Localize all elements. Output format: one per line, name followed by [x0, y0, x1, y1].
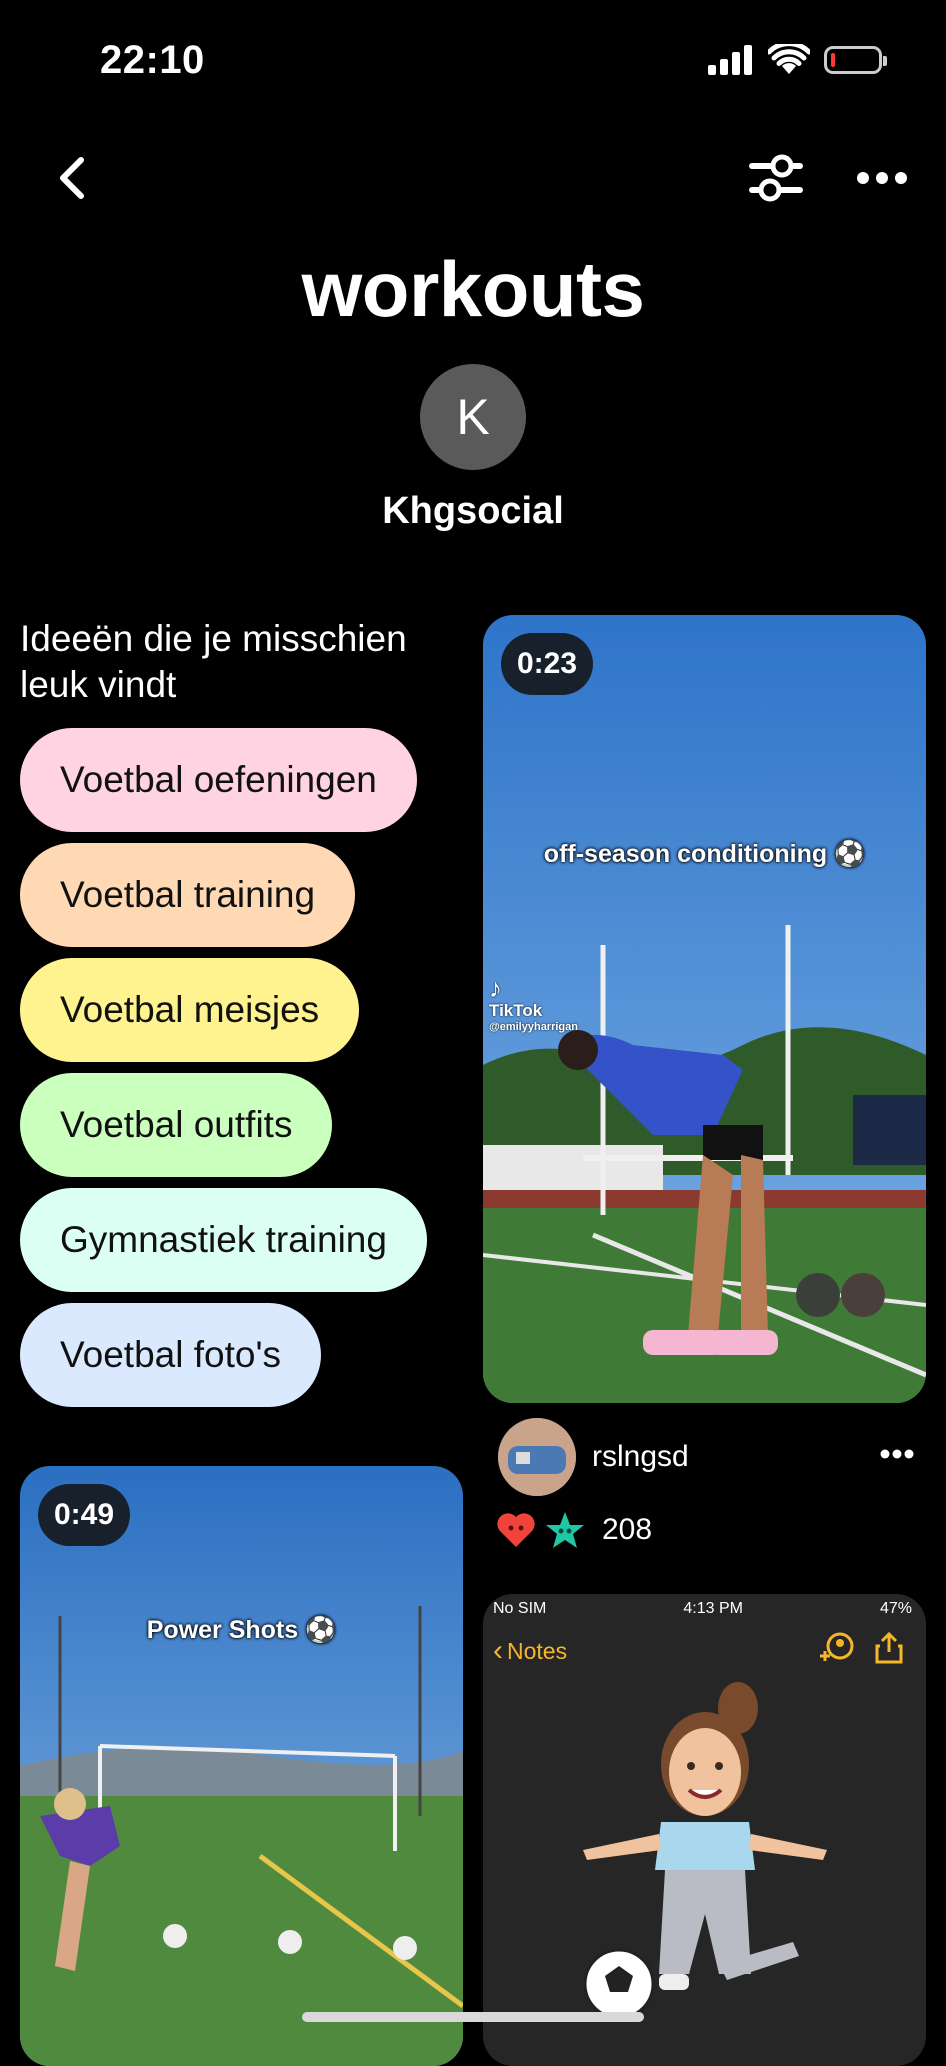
pin-overlay-caption: off-season conditioning ⚽: [543, 840, 866, 868]
pin-more-button[interactable]: [880, 1446, 914, 1464]
pin-author[interactable]: rslngsd: [498, 1418, 689, 1496]
back-button[interactable]: [48, 150, 96, 206]
embedded-status-bar: No SIM 4:13 PM 47%: [493, 1600, 912, 1618]
idea-chip[interactable]: Gymnastiek training: [20, 1188, 427, 1292]
pin-video[interactable]: 0:49 Power Shots ⚽: [20, 1466, 463, 2066]
pin-reactions[interactable]: 208: [496, 1510, 652, 1550]
star-reaction-icon: [546, 1512, 584, 1548]
wifi-icon: [768, 44, 810, 74]
owner-avatar[interactable]: K: [420, 364, 526, 470]
heart-reaction-icon: [497, 1513, 535, 1547]
board-title: workouts: [301, 245, 645, 333]
embedded-time: 4:13 PM: [683, 1600, 743, 1617]
idea-chip-label: Gymnastiek training: [60, 1219, 387, 1260]
idea-chip[interactable]: Voetbal outfits: [20, 1073, 333, 1177]
home-indicator[interactable]: [302, 2012, 644, 2022]
tiktok-brand: TikTok: [489, 1001, 543, 1020]
embedded-carrier: No SIM: [493, 1600, 547, 1617]
tiktok-watermark: ♪ TikTok @emilyyharrigan: [489, 975, 578, 1033]
embedded-back-label: Notes: [507, 1637, 568, 1664]
pin-image[interactable]: No SIM 4:13 PM 47% ‹ Notes: [483, 1594, 926, 2066]
add-person-icon: [820, 1632, 854, 1661]
ideas-heading: Ideeën die je misschien leuk vindt: [20, 616, 450, 708]
video-duration: 0:23: [501, 633, 594, 695]
owner-initial: K: [456, 389, 490, 445]
author-name: rslngsd: [592, 1440, 689, 1473]
idea-chip[interactable]: Voetbal foto's: [20, 1303, 322, 1407]
chevron-left-icon: ‹: [493, 1634, 503, 1667]
chevron-left-icon: [60, 157, 84, 199]
status-icons: [708, 44, 887, 76]
ideas-heading-line1: Ideeën die je misschien: [20, 618, 407, 659]
ellipsis-icon: [857, 172, 907, 184]
idea-chip[interactable]: Voetbal training: [20, 843, 356, 947]
embedded-battery: 47%: [879, 1600, 912, 1617]
author-avatar: [498, 1418, 576, 1496]
battery-icon: [824, 46, 887, 74]
share-icon: [875, 1632, 903, 1664]
reaction-count: 208: [602, 1513, 653, 1546]
sliders-icon: [749, 154, 803, 202]
idea-chip[interactable]: Voetbal oefeningen: [20, 728, 417, 832]
embedded-back-link: ‹ Notes: [493, 1634, 567, 1668]
idea-chip-label: Voetbal outfits: [60, 1104, 293, 1145]
idea-chip-label: Voetbal oefeningen: [60, 759, 377, 800]
bitmoji-illustration: [583, 1682, 827, 2020]
idea-chip-label: Voetbal foto's: [60, 1334, 282, 1375]
pin-overlay-caption: Power Shots ⚽: [146, 1616, 337, 1644]
more-options-button[interactable]: [852, 158, 912, 198]
ellipsis-icon: [880, 1449, 914, 1459]
idea-chip[interactable]: Voetbal meisjes: [20, 958, 360, 1062]
tiktok-handle: @emilyyharrigan: [489, 1021, 578, 1033]
idea-chip-label: Voetbal meisjes: [60, 989, 320, 1030]
pin-thumbnail: [20, 1466, 463, 2066]
pin-video[interactable]: 0:23 off-season conditioning ⚽ ♪ TikTok …: [483, 615, 926, 1403]
video-duration: 0:49: [38, 1484, 131, 1546]
status-time: 22:10: [100, 38, 205, 82]
idea-chip-label: Voetbal training: [60, 874, 316, 915]
ideas-heading-line2: leuk vindt: [20, 664, 177, 705]
filter-button[interactable]: [748, 152, 804, 204]
cellular-signal-icon: [708, 45, 752, 75]
tiktok-logo-icon: ♪: [489, 973, 502, 1003]
owner-name[interactable]: Khgsocial: [0, 490, 946, 533]
